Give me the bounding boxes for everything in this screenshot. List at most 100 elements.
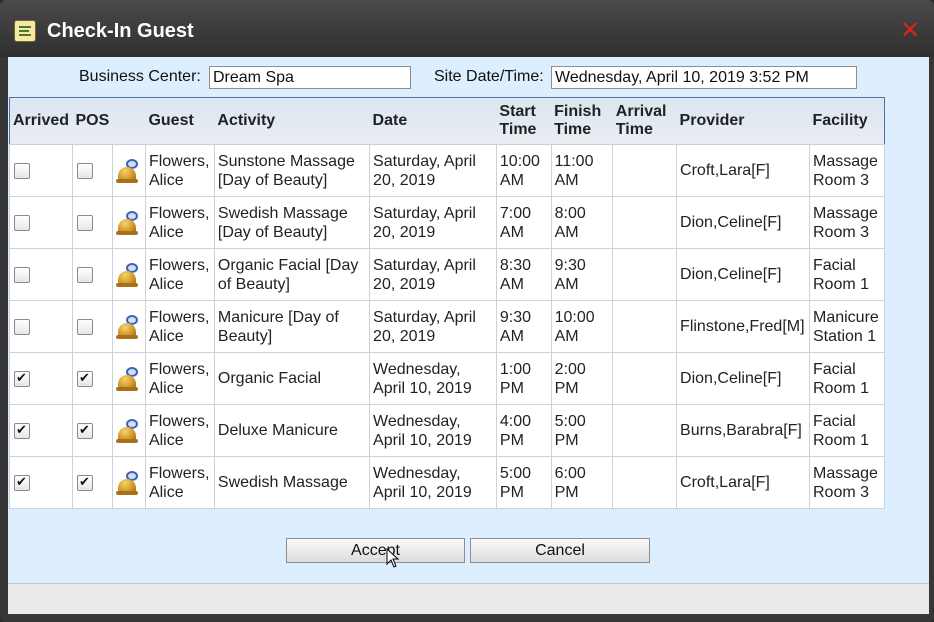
- activity-name: Deluxe Manicure: [217, 422, 338, 439]
- bell-icon[interactable]: [115, 262, 142, 288]
- pos-checkbox[interactable]: [76, 162, 93, 179]
- arrived-checkbox: [9, 352, 73, 405]
- table-row[interactable]: Flowers, Alice Manicure [Day of Beauty] Sa…: [9, 300, 886, 353]
- bell-icon[interactable]: [115, 366, 142, 392]
- date-cell: Saturday, April 20, 2019: [369, 144, 497, 197]
- arrived-checkbox[interactable]: [14, 318, 30, 335]
- table-row[interactable]: Flowers, Alice Organic Facial Wednesday, A…: [9, 352, 886, 405]
- bell-icon[interactable]: [115, 314, 142, 340]
- facility-name: Massage Room 3: [812, 464, 878, 501]
- arrived-checkbox[interactable]: [14, 369, 30, 388]
- finish-time: 11:00 AM: [554, 152, 594, 189]
- start-time: 7:00 AM: [499, 204, 532, 241]
- facility-cell: Massage Room 3: [808, 144, 886, 197]
- bell-icon[interactable]: [115, 470, 142, 496]
- bell-icon[interactable]: [115, 158, 142, 184]
- provider-name: Dion,Celine[F]: [680, 266, 782, 283]
- col-header-activity[interactable]: Activity: [214, 97, 370, 145]
- bell-cell: [111, 248, 146, 301]
- arrived-checkbox[interactable]: [14, 162, 30, 179]
- bell-icon[interactable]: [115, 418, 142, 444]
- pos-checkbox: [71, 144, 113, 197]
- finish-time-cell: 10:00 AM: [550, 300, 614, 353]
- arrived-checkbox: [9, 300, 73, 353]
- pos-checkbox: [71, 456, 113, 509]
- guest-name: Flowers, Alice: [148, 412, 210, 449]
- col-header-arrival-time[interactable]: Arrival Time: [612, 97, 677, 145]
- facility-name: Massage Room 3: [812, 204, 878, 241]
- provider-cell: Flinstone,Fred[M]: [676, 300, 810, 353]
- guest-cell: Flowers, Alice: [144, 352, 215, 405]
- finish-time: 6:00 PM: [554, 464, 586, 501]
- dialog-title: Check-In Guest: [47, 20, 194, 42]
- title-bar[interactable]: Check-In Guest ✕: [0, 0, 934, 57]
- close-icon[interactable]: ✕: [898, 19, 922, 43]
- arrived-checkbox[interactable]: [14, 473, 30, 492]
- appointment-date: Saturday, April 20, 2019: [373, 256, 476, 293]
- provider-name: Flinstone,Fred[M]: [680, 318, 805, 335]
- pos-checkbox[interactable]: [76, 473, 93, 492]
- appointment-date: Saturday, April 20, 2019: [373, 152, 476, 189]
- facility-cell: Massage Room 3: [808, 456, 886, 509]
- cancel-button[interactable]: Cancel: [470, 538, 650, 563]
- arrived-checkbox: [9, 144, 73, 197]
- finish-time: 2:00 PM: [554, 360, 586, 397]
- pos-checkbox[interactable]: [76, 214, 93, 231]
- finish-time: 8:00 AM: [554, 204, 586, 241]
- provider-name: Burns,Barabra[F]: [680, 422, 802, 439]
- bell-cell: [111, 352, 146, 405]
- facility-cell: Manicure Station 1: [808, 300, 886, 353]
- arrived-checkbox[interactable]: [14, 421, 30, 440]
- finish-time: 9:30 AM: [554, 256, 586, 293]
- bell-cell: [111, 144, 146, 197]
- pos-checkbox[interactable]: [76, 266, 93, 283]
- pos-checkbox[interactable]: [76, 369, 93, 388]
- activity-cell: Swedish Massage [Day of Beauty]: [213, 196, 371, 249]
- col-header-provider[interactable]: Provider: [676, 97, 810, 145]
- accept-button[interactable]: Accept: [286, 538, 465, 563]
- activity-cell: Organic Facial [Day of Beauty]: [213, 248, 371, 301]
- table-row[interactable]: Flowers, Alice Deluxe Manicure Wednesday, …: [9, 404, 886, 457]
- col-header-start-time[interactable]: Start Time: [496, 97, 552, 145]
- check-in-guest-dialog: Check-In Guest ✕ Business Center: Dream …: [0, 0, 934, 622]
- pos-checkbox[interactable]: [76, 318, 93, 335]
- finish-time-cell: 9:30 AM: [550, 248, 614, 301]
- col-header-finish-time[interactable]: Finish Time: [551, 97, 613, 145]
- pos-checkbox: [71, 352, 113, 405]
- col-header-facility[interactable]: Facility: [809, 97, 885, 145]
- col-header-date[interactable]: Date: [369, 97, 497, 145]
- col-header-guest[interactable]: Guest: [145, 97, 215, 145]
- activity-name: Swedish Massage: [217, 474, 348, 491]
- guest-name: Flowers, Alice: [148, 308, 210, 345]
- facility-name: Manicure Station 1: [812, 308, 879, 345]
- bell-cell: [111, 196, 146, 249]
- table-row[interactable]: Flowers, Alice Swedish Massage [Day of Be…: [9, 196, 886, 249]
- appointment-date: Wednesday, April 10, 2019: [373, 412, 472, 449]
- pos-checkbox[interactable]: [76, 421, 93, 440]
- status-bar: [8, 583, 929, 614]
- table-row[interactable]: Flowers, Alice Sunstone Massage [Day of B…: [9, 144, 886, 197]
- finish-time-cell: 6:00 PM: [550, 456, 614, 509]
- guest-name: Flowers, Alice: [148, 204, 210, 241]
- business-center-field[interactable]: Dream Spa: [209, 66, 411, 89]
- arrived-checkbox: [9, 248, 73, 301]
- activity-cell: Sunstone Massage [Day of Beauty]: [213, 144, 371, 197]
- provider-name: Croft,Lara[F]: [680, 474, 770, 491]
- table-header-row: Arrived POS Guest Activity Date Start Tim…: [9, 97, 885, 145]
- col-header-arrived[interactable]: Arrived: [9, 97, 73, 145]
- start-time-cell: 9:30 AM: [495, 300, 552, 353]
- activity-name: Organic Facial [Day of Beauty]: [217, 256, 359, 293]
- col-header-pos[interactable]: POS: [72, 97, 113, 145]
- arrived-checkbox[interactable]: [14, 214, 30, 231]
- table-row[interactable]: Flowers, Alice Organic Facial [Day of Bea…: [9, 248, 886, 301]
- arrival-time-cell: [612, 248, 678, 301]
- bell-icon[interactable]: [115, 210, 142, 236]
- provider-name: Dion,Celine[F]: [680, 370, 782, 387]
- site-datetime-field[interactable]: Wednesday, April 10, 2019 3:52 PM: [551, 66, 857, 89]
- facility-cell: Massage Room 3: [808, 196, 886, 249]
- table-row[interactable]: Flowers, Alice Swedish Massage Wednesday, …: [9, 456, 886, 509]
- arrived-checkbox[interactable]: [14, 266, 30, 283]
- bell-cell: [111, 300, 146, 353]
- appointment-date: Wednesday, April 10, 2019: [373, 464, 472, 501]
- provider-name: Dion,Celine[F]: [680, 214, 782, 231]
